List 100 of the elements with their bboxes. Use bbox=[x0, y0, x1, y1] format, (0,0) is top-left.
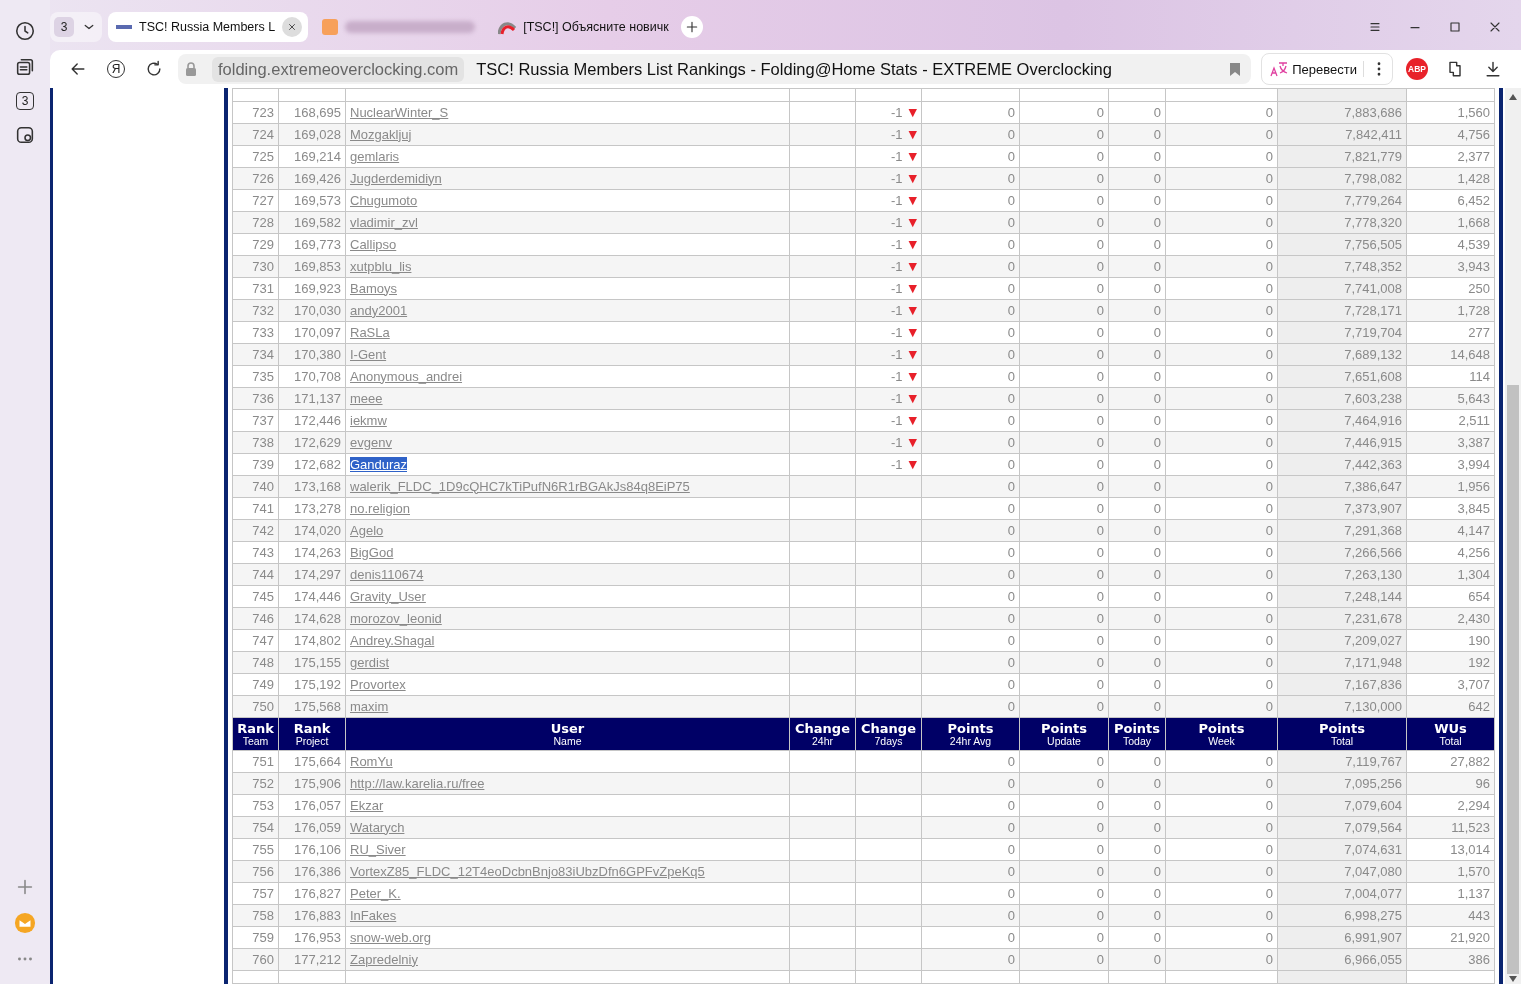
user-link[interactable]: Mozgakljuj bbox=[350, 126, 412, 142]
user-link[interactable]: evgenv bbox=[350, 434, 392, 450]
user-link[interactable]: Ekzar bbox=[350, 797, 384, 813]
scrollbar[interactable] bbox=[1505, 88, 1521, 984]
table-cell: 725 bbox=[232, 145, 279, 168]
user-link[interactable]: Andrey.Shagal bbox=[350, 632, 435, 648]
table-cell: 1,560 bbox=[1406, 101, 1495, 124]
table-cell: 0 bbox=[1019, 497, 1109, 520]
tabs-counter[interactable]: 3 bbox=[16, 92, 34, 110]
table-cell: 0 bbox=[1108, 794, 1166, 817]
user-link[interactable]: RU_Siver bbox=[350, 841, 406, 857]
table-cell: 729 bbox=[232, 233, 279, 256]
user-link[interactable]: denis110674 bbox=[350, 566, 424, 582]
table-cell: 0 bbox=[921, 145, 1020, 168]
table-cell: 735 bbox=[232, 365, 279, 388]
table-cell: 0 bbox=[1019, 453, 1109, 476]
table-cell: 0 bbox=[1019, 321, 1109, 344]
user-link[interactable]: Provortex bbox=[350, 676, 406, 692]
user-link[interactable]: NuclearWinter_S bbox=[350, 104, 449, 120]
down-arrow-icon: ▼ bbox=[908, 305, 917, 316]
user-link[interactable]: vladimir_zvl bbox=[350, 214, 418, 230]
user-link[interactable]: xutpblu_lis bbox=[350, 258, 412, 274]
table-cell: 758 bbox=[232, 904, 279, 927]
table-cell: 739 bbox=[232, 453, 279, 476]
user-link[interactable]: I-Gent bbox=[350, 346, 387, 362]
address-bar[interactable]: folding.extremeoverclocking.com TSC! Russia Members List Rankings - Folding@Home Stats - EXTREME Overclocking bbox=[178, 54, 1252, 84]
table-cell: 0 bbox=[1165, 926, 1278, 949]
user-link[interactable]: Jugderdemidiyn bbox=[350, 170, 442, 186]
table-cell: 0 bbox=[1108, 629, 1166, 652]
table-cell: 724 bbox=[232, 123, 279, 146]
user-link[interactable]: Bamoys bbox=[350, 280, 397, 296]
url-text: folding.extremeoverclocking.com bbox=[212, 56, 465, 82]
table-cell: 0 bbox=[1165, 321, 1278, 344]
table-cell: 114 bbox=[1406, 365, 1495, 388]
table-cell: 0 bbox=[1108, 838, 1166, 861]
collections-icon[interactable] bbox=[14, 56, 36, 78]
table-cell: 746 bbox=[232, 607, 279, 630]
table-cell: 741 bbox=[232, 497, 279, 520]
screenshot-icon[interactable] bbox=[14, 124, 36, 146]
table-cell: 3,845 bbox=[1406, 497, 1495, 520]
history-icon[interactable] bbox=[14, 20, 36, 42]
table-cell: 0 bbox=[1108, 145, 1166, 168]
maximize-icon[interactable] bbox=[1447, 19, 1463, 35]
table-cell: 6,452 bbox=[1406, 189, 1495, 212]
table-cell: 0 bbox=[1165, 453, 1278, 476]
user-link[interactable]: maxim bbox=[350, 698, 389, 714]
user-link[interactable]: meee bbox=[350, 390, 383, 406]
user-link[interactable]: Chugumoto bbox=[350, 192, 418, 208]
change-value: -1 bbox=[890, 323, 903, 342]
user-link[interactable]: Callipso bbox=[350, 236, 397, 252]
scroll-down-icon[interactable] bbox=[1509, 976, 1517, 982]
table-cell: 2,377 bbox=[1406, 145, 1495, 168]
user-link[interactable]: morozov_leonid bbox=[350, 610, 442, 626]
user-link[interactable]: Watarych bbox=[350, 819, 405, 835]
table-cell: 3,707 bbox=[1406, 673, 1495, 696]
user-link[interactable]: gerdist bbox=[350, 654, 390, 670]
bookmark-icon[interactable] bbox=[1229, 61, 1242, 77]
user-link[interactable]: BigGod bbox=[350, 544, 394, 560]
table-cell: 176,953 bbox=[278, 926, 346, 949]
table-cell: 759 bbox=[232, 926, 279, 949]
down-arrow-icon: ▼ bbox=[908, 349, 917, 360]
tab-counter[interactable]: 3 bbox=[50, 12, 102, 42]
user-link[interactable]: Agelo bbox=[350, 522, 384, 538]
table-cell: 190 bbox=[1406, 629, 1495, 652]
table-cell: 742 bbox=[232, 519, 279, 542]
table-cell: 0 bbox=[1165, 794, 1278, 817]
table-cell: 0 bbox=[1019, 750, 1109, 773]
user-link[interactable]: andy2001 bbox=[350, 302, 408, 318]
user-link[interactable]: snow-web.org bbox=[350, 929, 431, 945]
table-cell: 0 bbox=[1165, 673, 1278, 696]
user-link[interactable]: Peter_K. bbox=[350, 885, 401, 901]
change-value: -1 bbox=[890, 213, 903, 232]
browser-tab[interactable]: TSC! Russia Members L bbox=[108, 12, 309, 42]
table-cell: 753 bbox=[232, 794, 279, 817]
user-link[interactable]: Zapredelniy bbox=[350, 951, 418, 967]
down-arrow-icon: ▼ bbox=[908, 437, 917, 448]
table-cell: 727 bbox=[232, 189, 279, 212]
table-cell: 168,695 bbox=[278, 101, 346, 124]
user-link[interactable]: Ganduraz bbox=[350, 456, 408, 472]
user-link[interactable]: RaSLa bbox=[350, 324, 390, 340]
adblock-button[interactable]: ABP bbox=[1406, 58, 1428, 80]
table-cell: 0 bbox=[1165, 365, 1278, 388]
table-cell: 0 bbox=[921, 409, 1020, 432]
table-cell: 0 bbox=[1019, 882, 1109, 905]
table-cell: 0 bbox=[921, 585, 1020, 608]
table-cell: 756 bbox=[232, 860, 279, 883]
browser-tab[interactable]: [TSC!] Объясните новичк bbox=[490, 12, 675, 42]
table-cell: 0 bbox=[1019, 585, 1109, 608]
table-cell: 0 bbox=[1165, 409, 1278, 432]
user-link[interactable]: Gravity_User bbox=[350, 588, 426, 604]
table-cell: 752 bbox=[232, 772, 279, 795]
scroll-up-icon[interactable] bbox=[1509, 94, 1517, 100]
user-link[interactable]: Anonymous_andrei bbox=[350, 368, 463, 384]
user-link[interactable]: gemlaris bbox=[350, 148, 400, 164]
user-link[interactable]: no.religion bbox=[350, 500, 410, 516]
user-link[interactable]: InFakes bbox=[350, 907, 397, 923]
table-cell: 0 bbox=[1019, 673, 1109, 696]
user-link[interactable]: iekmw bbox=[350, 412, 387, 428]
table-cell: 740 bbox=[232, 475, 279, 498]
user-link[interactable]: RomYu bbox=[350, 753, 393, 769]
